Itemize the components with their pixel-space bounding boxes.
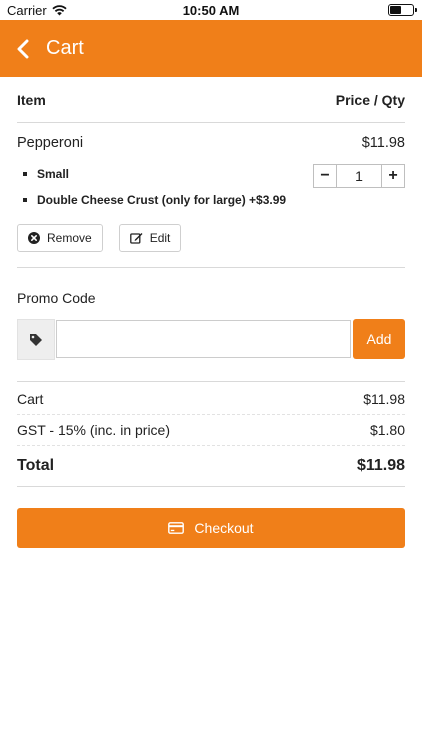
item-options: Small Double Cheese Crust (only for larg… — [17, 162, 405, 210]
quantity-stepper: − 1 + — [313, 164, 405, 188]
edit-icon — [129, 233, 143, 244]
tag-icon — [17, 319, 55, 360]
credit-card-icon — [168, 522, 185, 534]
cart-table-header: Item Price / Qty — [17, 77, 405, 123]
back-button[interactable] — [16, 38, 34, 60]
item-price: $11.98 — [361, 134, 405, 151]
promo-code-group: Add — [17, 319, 405, 360]
edit-button[interactable]: Edit — [118, 224, 182, 252]
cart-subtotal-row: Cart $11.98 — [17, 384, 405, 415]
option-size: Small — [22, 167, 70, 181]
cart-item-row: Pepperoni $11.98 — [17, 123, 405, 162]
decrease-quantity-button[interactable]: − — [313, 164, 337, 188]
add-promo-button[interactable]: Add — [353, 319, 405, 359]
item-column-header: Item — [17, 91, 46, 108]
section-divider — [17, 360, 405, 382]
nav-bar: Cart — [0, 20, 422, 77]
remove-button[interactable]: Remove — [17, 224, 103, 252]
total-label: Total — [17, 457, 55, 474]
quantity-value[interactable]: 1 — [337, 164, 381, 188]
increase-quantity-button[interactable]: + — [381, 164, 405, 188]
gst-value: $1.80 — [369, 422, 405, 438]
gst-row: GST - 15% (inc. in price) $1.80 — [17, 415, 405, 446]
page-title: Cart — [46, 37, 84, 59]
option-crust: Double Cheese Crust (only for large) +$3… — [22, 193, 287, 207]
promo-code-label: Promo Code — [17, 290, 96, 306]
cart-content: Item Price / Qty Pepperoni $11.98 Small … — [0, 77, 422, 548]
status-bar: Carrier 10:50 AM — [0, 0, 422, 20]
cart-subtotal-label: Cart — [17, 391, 44, 407]
edit-label: Edit — [149, 231, 171, 245]
gst-label: GST - 15% (inc. in price) — [17, 422, 171, 438]
remove-label: Remove — [47, 231, 92, 245]
battery-icon — [388, 4, 417, 16]
item-actions: Remove Edit — [17, 210, 405, 268]
total-value: $11.98 — [356, 457, 405, 474]
promo-code-input[interactable] — [56, 320, 351, 358]
item-name: Pepperoni — [17, 134, 84, 151]
clock: 10:50 AM — [182, 3, 240, 18]
chevron-left-icon — [17, 39, 29, 58]
close-circle-icon — [28, 232, 40, 244]
price-qty-column-header: Price / Qty — [335, 91, 405, 108]
checkout-button[interactable]: Checkout — [17, 508, 405, 548]
total-row: Total $11.98 — [17, 446, 405, 487]
cart-subtotal-value: $11.98 — [363, 391, 405, 407]
checkout-label: Checkout — [194, 520, 254, 536]
